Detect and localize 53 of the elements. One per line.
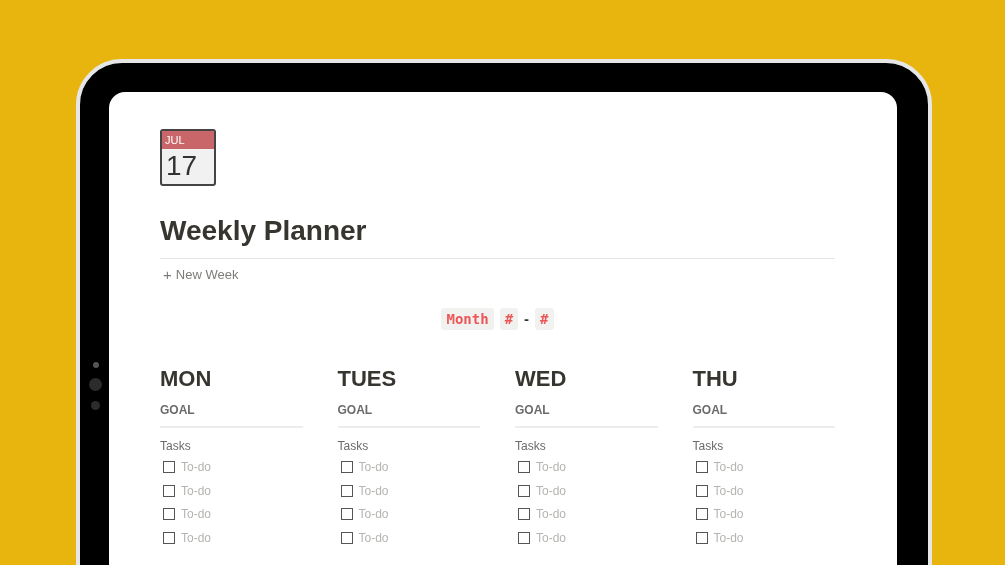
checkbox[interactable] <box>695 531 708 544</box>
tasks-label: Tasks <box>160 437 192 454</box>
calendar-icon: JUL 17 <box>160 129 216 186</box>
day-heading: TUES <box>337 364 398 393</box>
todo-placeholder[interactable]: To-do <box>358 458 389 477</box>
todo-placeholder[interactable]: To-do <box>713 458 744 477</box>
todo-placeholder[interactable]: To-do <box>713 505 744 524</box>
todo-placeholder[interactable]: To-do <box>536 481 567 500</box>
todo-placeholder[interactable]: To-do <box>358 505 389 524</box>
todo-placeholder[interactable]: To-do <box>358 528 389 547</box>
inline-code: Month <box>441 308 494 331</box>
day-heading: MON <box>160 364 213 393</box>
checkbox[interactable] <box>340 508 353 521</box>
checkbox[interactable] <box>695 461 708 474</box>
checkbox[interactable] <box>163 531 175 544</box>
todo-placeholder[interactable]: To-do <box>181 528 212 547</box>
checkbox[interactable] <box>163 484 175 497</box>
day-heading: WED <box>515 364 568 393</box>
goal-label: GOAL <box>515 401 551 418</box>
todo-placeholder[interactable]: To-do <box>713 481 744 500</box>
checkbox[interactable] <box>163 461 175 474</box>
dash-separator: - <box>524 309 530 329</box>
todo-placeholder[interactable]: To-do <box>713 528 744 547</box>
goal-label: GOAL <box>160 401 196 418</box>
sensor-icon <box>91 401 100 410</box>
checkbox[interactable] <box>518 484 530 497</box>
tasks-label: Tasks <box>515 437 547 454</box>
checkbox[interactable] <box>340 531 353 544</box>
new-week-button[interactable]: + New Week <box>160 265 242 285</box>
checkbox[interactable] <box>695 484 708 497</box>
tasks-label: Tasks <box>337 437 370 454</box>
tasks-label: Tasks <box>692 437 725 454</box>
todo-placeholder[interactable]: To-do <box>536 458 567 477</box>
checkbox[interactable] <box>518 508 530 521</box>
todo-placeholder[interactable]: To-do <box>181 505 212 524</box>
camera-icon <box>92 362 99 368</box>
todo-placeholder[interactable]: To-do <box>536 528 567 547</box>
goal-label: GOAL <box>337 401 374 418</box>
checkbox[interactable] <box>340 484 353 497</box>
inline-code: # <box>499 308 519 331</box>
goal-label: GOAL <box>692 401 729 418</box>
checkbox[interactable] <box>340 461 353 474</box>
checkbox[interactable] <box>518 531 530 544</box>
checkbox[interactable] <box>163 508 175 521</box>
todo-placeholder[interactable]: To-do <box>358 481 389 500</box>
inline-code: # <box>535 308 554 331</box>
todo-placeholder[interactable]: To-do <box>181 481 212 500</box>
checkbox[interactable] <box>518 461 530 474</box>
page-title: Weekly Planner <box>160 214 368 248</box>
todo-placeholder[interactable]: To-do <box>181 458 212 477</box>
todo-placeholder[interactable]: To-do <box>536 505 567 524</box>
checkbox[interactable] <box>695 508 708 521</box>
day-heading: THU <box>692 364 739 393</box>
